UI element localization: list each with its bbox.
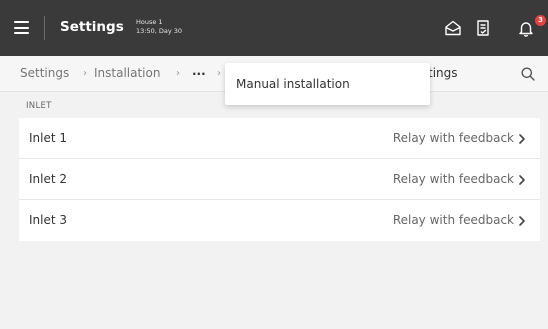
- breadcrumb-item-installation[interactable]: Installation: [94, 66, 160, 80]
- breadcrumb-separator: ›: [176, 68, 180, 79]
- list-item[interactable]: Inlet 1 Relay with feedback: [19, 118, 540, 159]
- breadcrumb-dropdown: Manual installation: [225, 63, 430, 105]
- house-status: 13:50, Day 30: [136, 27, 183, 35]
- list-item[interactable]: Inlet 3 Relay with feedback: [19, 200, 540, 241]
- inlet-value: Relay with feedback: [392, 213, 514, 227]
- bell-icon[interactable]: [516, 18, 536, 38]
- topbar-divider: [44, 16, 45, 40]
- notification-badge: 3: [535, 15, 546, 26]
- breadcrumb-item-more[interactable]: ...: [192, 64, 206, 78]
- breadcrumb-item-current: tings: [428, 66, 458, 80]
- house-icon[interactable]: [443, 18, 463, 38]
- search-icon[interactable]: [520, 66, 536, 82]
- inlet-label: Inlet 3: [29, 213, 68, 227]
- report-icon[interactable]: [473, 18, 493, 38]
- inlet-value: Relay with feedback: [392, 172, 514, 186]
- breadcrumb-item-settings[interactable]: Settings: [20, 66, 69, 80]
- house-name: House 1: [136, 18, 163, 26]
- inlet-label: Inlet 2: [29, 172, 68, 186]
- chevron-right-icon: [518, 133, 526, 145]
- house-info[interactable]: House 1 13:50, Day 30: [136, 18, 182, 36]
- inlet-label: Inlet 1: [29, 131, 68, 145]
- breadcrumb-separator: ›: [217, 68, 221, 79]
- dropdown-item-manual-installation[interactable]: Manual installation: [236, 77, 350, 91]
- page-title: Settings: [60, 19, 124, 35]
- top-bar: Settings House 1 13:50, Day 30 3: [0, 0, 548, 56]
- list-item[interactable]: Inlet 2 Relay with feedback: [19, 159, 540, 200]
- section-header: INLET: [26, 101, 52, 111]
- breadcrumb-separator: ›: [83, 68, 87, 79]
- inlet-value: Relay with feedback: [392, 131, 514, 145]
- hamburger-menu-icon[interactable]: [14, 21, 29, 34]
- chevron-right-icon: [518, 215, 526, 227]
- inlet-list: Inlet 1 Relay with feedback Inlet 2 Rela…: [19, 118, 540, 241]
- chevron-right-icon: [518, 174, 526, 186]
